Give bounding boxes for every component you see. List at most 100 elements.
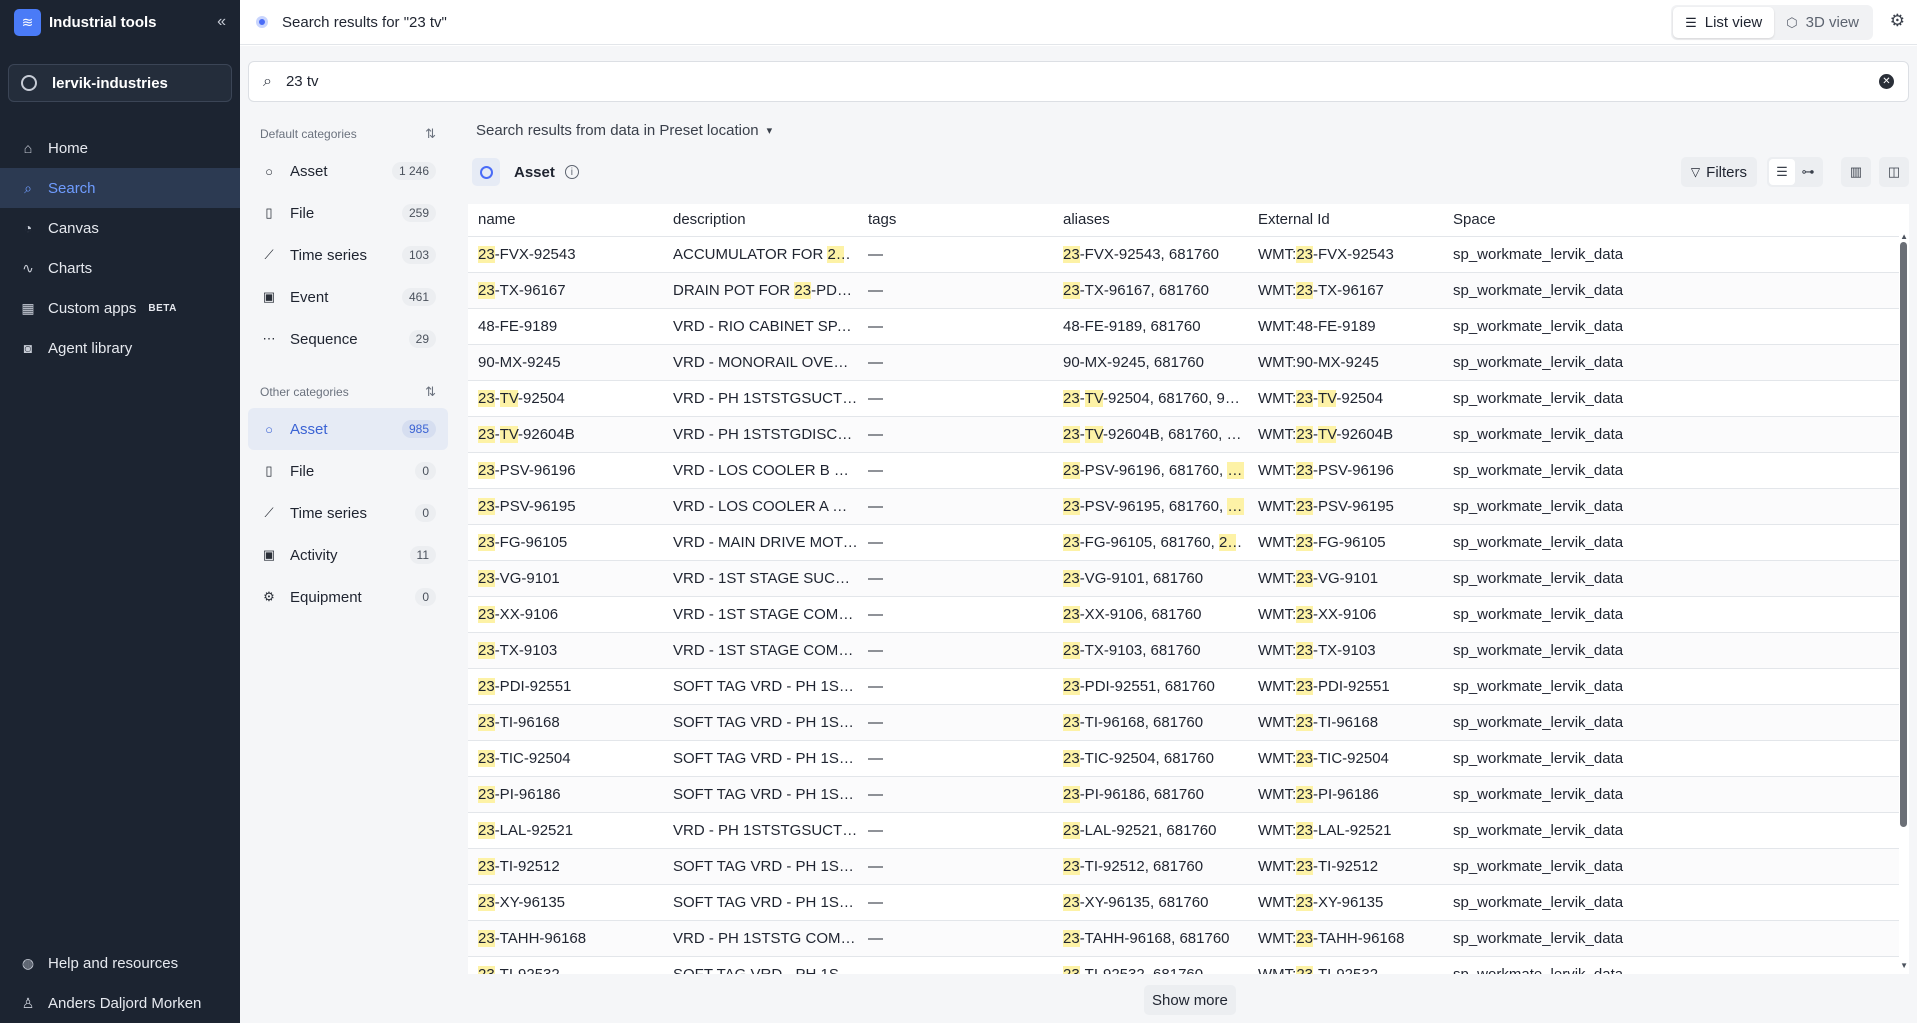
- cell-name: 23-TI-96168: [468, 704, 663, 741]
- gear-icon[interactable]: ⚙: [1890, 11, 1905, 31]
- table-row[interactable]: 23-PI-96186SOFT TAG VRD - PH 1STSTG C...…: [468, 776, 1899, 813]
- cell-name: 23-FG-96105: [468, 524, 663, 561]
- column-header-description[interactable]: description: [663, 204, 858, 237]
- table-row[interactable]: 23-TI-92512SOFT TAG VRD - PH 1STSTGS...—…: [468, 848, 1899, 885]
- nav-item-canvas[interactable]: ◔ Canvas: [0, 208, 240, 248]
- cell-aliases: 23-FVX-92543, 681760: [1053, 236, 1248, 273]
- cell-external-id: WMT:23-PSV-96195: [1248, 488, 1443, 525]
- table-row[interactable]: 48-FE-9189VRD - RIO CABINET SPACE HE...—…: [468, 308, 1899, 345]
- table-row[interactable]: 90-MX-9245VRD - MONORAIL OVER WALK...—90…: [468, 344, 1899, 381]
- cell-aliases: 23-LAL-92521, 681760: [1053, 812, 1248, 849]
- info-icon[interactable]: i: [564, 165, 579, 179]
- filters-button[interactable]: ▽ Filters: [1680, 157, 1757, 187]
- chevron-down-icon: ▾: [766, 125, 773, 137]
- nav-item-anders-daljord-morken[interactable]: ♙ Anders Daljord Morken: [0, 983, 240, 1023]
- nav-item-charts[interactable]: ∿ Charts: [0, 248, 240, 288]
- sort-icon[interactable]: ⇅: [425, 384, 436, 400]
- table-scrollbar[interactable]: [1900, 242, 1907, 827]
- table-row[interactable]: 23-TX-96167DRAIN POT FOR 23-PDT-96167—23…: [468, 272, 1899, 309]
- table-row[interactable]: 23-LAL-92521VRD - PH 1STSTGSUCTSCRUB...—…: [468, 812, 1899, 849]
- bar-chart-icon[interactable]: ▥: [1841, 157, 1871, 187]
- charts-icon: ∿: [22, 259, 34, 276]
- org-selector[interactable]: lervik-industries: [8, 64, 232, 102]
- cell-description: VRD - 1ST STAGE COMPPRESS...: [663, 632, 858, 669]
- category-asset[interactable]: ○ Asset 1 246: [248, 150, 448, 192]
- 3d-view-button[interactable]: ⬡ 3D view: [1774, 7, 1871, 38]
- category-label: Equipment: [290, 588, 362, 606]
- table-row[interactable]: 23-XY-96135SOFT TAG VRD - PH 1STSTG M...…: [468, 884, 1899, 921]
- category-asset[interactable]: ○ Asset 985: [248, 408, 448, 450]
- beta-badge: BETA: [148, 302, 177, 314]
- category-label: Time series: [290, 504, 367, 522]
- table-row[interactable]: 23-PSV-96195VRD - LOS COOLER A RELIEF V.…: [468, 488, 1899, 525]
- table-row[interactable]: 23-VG-9101VRD - 1ST STAGE SUCTION SC...—…: [468, 560, 1899, 597]
- location-selector[interactable]: Search results from data in Preset locat…: [476, 122, 772, 139]
- cell-aliases: 23-VG-9101, 681760: [1053, 560, 1248, 597]
- cell-description: SOFT TAG VRD - PH 1STSTG C...: [663, 704, 858, 741]
- table-row[interactable]: 23-FVX-92543ACCUMULATOR FOR 23-FV-92...—…: [468, 236, 1899, 273]
- cell-space: sp_workmate_lervik_data: [1443, 524, 1899, 561]
- cell-tags: —: [858, 848, 1053, 885]
- category-event[interactable]: ▣ Event 461: [248, 276, 448, 318]
- app-logo-icon[interactable]: ≋: [14, 8, 41, 36]
- table-row[interactable]: 23-TI-92532SOFT TAG VRD - PH 1STSTGC...—…: [468, 956, 1899, 974]
- cell-space: sp_workmate_lervik_data: [1443, 452, 1899, 489]
- nav-item-custom-apps[interactable]: ▦ Custom apps BETA: [0, 288, 240, 328]
- categories-panel: Default categories ⇅ ○ Asset 1 246 ▯ File 259…: [248, 118, 448, 618]
- cell-aliases: 23-TI-96168, 681760: [1053, 704, 1248, 741]
- search-bar: ⌕ ✕: [248, 61, 1909, 102]
- category-time-series[interactable]: ⟋ Time series 103: [248, 234, 448, 276]
- category-file[interactable]: ▯ File 0: [248, 450, 448, 492]
- cell-description: VRD - 1ST STAGE COMPRESSO...: [663, 596, 858, 633]
- show-more-button[interactable]: Show more: [1144, 985, 1236, 1015]
- column-header-aliases[interactable]: aliases: [1053, 204, 1248, 237]
- column-header-external-id[interactable]: External Id: [1248, 204, 1443, 237]
- table-row[interactable]: 23-PSV-96196VRD - LOS COOLER B RELIEF V.…: [468, 452, 1899, 489]
- category-equipment[interactable]: ⚙ Equipment 0: [248, 576, 448, 618]
- search-icon: ⌕: [263, 72, 272, 90]
- column-header-space[interactable]: Space: [1443, 204, 1899, 237]
- table-row[interactable]: 23-TV-92504VRD - PH 1STSTGSUCTCOOL ...—2…: [468, 380, 1899, 417]
- list-layout-icon[interactable]: ☰: [1769, 159, 1795, 185]
- double-chevron-left-icon[interactable]: «: [217, 13, 226, 31]
- category-activity[interactable]: ▣ Activity 11: [248, 534, 448, 576]
- table-row[interactable]: 23-FG-96105VRD - MAIN DRIVE MOTOR ND...—…: [468, 524, 1899, 561]
- scroll-down-icon[interactable]: ▼: [1900, 961, 1908, 970]
- column-header-tags[interactable]: tags: [858, 204, 1053, 237]
- results-type-title: Asset: [514, 163, 555, 181]
- table-row[interactable]: 23-TAHH-96168VRD - PH 1STSTG COMP INNE..…: [468, 920, 1899, 957]
- table-row[interactable]: 23-XX-9106VRD - 1ST STAGE COMPRESSO...—2…: [468, 596, 1899, 633]
- cell-tags: —: [858, 812, 1053, 849]
- nav-item-search[interactable]: ⌕ Search: [0, 168, 240, 208]
- table-row[interactable]: 23-TX-9103VRD - 1ST STAGE COMPPRESS...—2…: [468, 632, 1899, 669]
- clear-search-icon[interactable]: ✕: [1879, 74, 1894, 89]
- robot-icon: ◙: [23, 340, 33, 356]
- sort-icon[interactable]: ⇅: [425, 126, 436, 142]
- table-row[interactable]: 23-TV-92604BVRD - PH 1STSTGDISCCOOL C...…: [468, 416, 1899, 453]
- cell-aliases: 23-PDI-92551, 681760: [1053, 668, 1248, 705]
- nav-item-agent-library[interactable]: ◙ Agent library: [0, 328, 240, 368]
- category-count-badge: 0: [415, 462, 436, 480]
- nav-item-home[interactable]: ⌂ Home: [0, 128, 240, 168]
- search-icon: ⌕: [24, 179, 32, 196]
- cube-icon: ⬡: [1786, 14, 1798, 30]
- table-row[interactable]: 23-TI-96168SOFT TAG VRD - PH 1STSTG C...…: [468, 704, 1899, 741]
- category-time-series[interactable]: ⟋ Time series 0: [248, 492, 448, 534]
- timeseries-icon: ⟋: [264, 505, 274, 520]
- category-file[interactable]: ▯ File 259: [248, 192, 448, 234]
- cell-tags: —: [858, 380, 1053, 417]
- search-input[interactable]: [285, 73, 1879, 90]
- table-row[interactable]: 23-PDI-92551SOFT TAG VRD - PH 1STSTGDI..…: [468, 668, 1899, 705]
- hierarchy-layout-icon[interactable]: ⊶: [1795, 159, 1821, 185]
- split-panel-icon[interactable]: ◫: [1879, 157, 1909, 187]
- list-view-button[interactable]: ☰ List view: [1673, 7, 1775, 38]
- column-header-name[interactable]: name: [468, 204, 663, 237]
- scroll-up-icon[interactable]: ▲: [1900, 232, 1908, 241]
- cell-name: 23-PDI-92551: [468, 668, 663, 705]
- nav-item-help-and-resources[interactable]: ◍ Help and resources: [0, 943, 240, 983]
- table-row[interactable]: 23-TIC-92504SOFT TAG VRD - PH 1STSTGS...…: [468, 740, 1899, 777]
- cell-space: sp_workmate_lervik_data: [1443, 812, 1899, 849]
- file-icon: ▯: [265, 205, 273, 220]
- category-sequence[interactable]: ⋯ Sequence 29: [248, 318, 448, 360]
- cell-space: sp_workmate_lervik_data: [1443, 308, 1899, 345]
